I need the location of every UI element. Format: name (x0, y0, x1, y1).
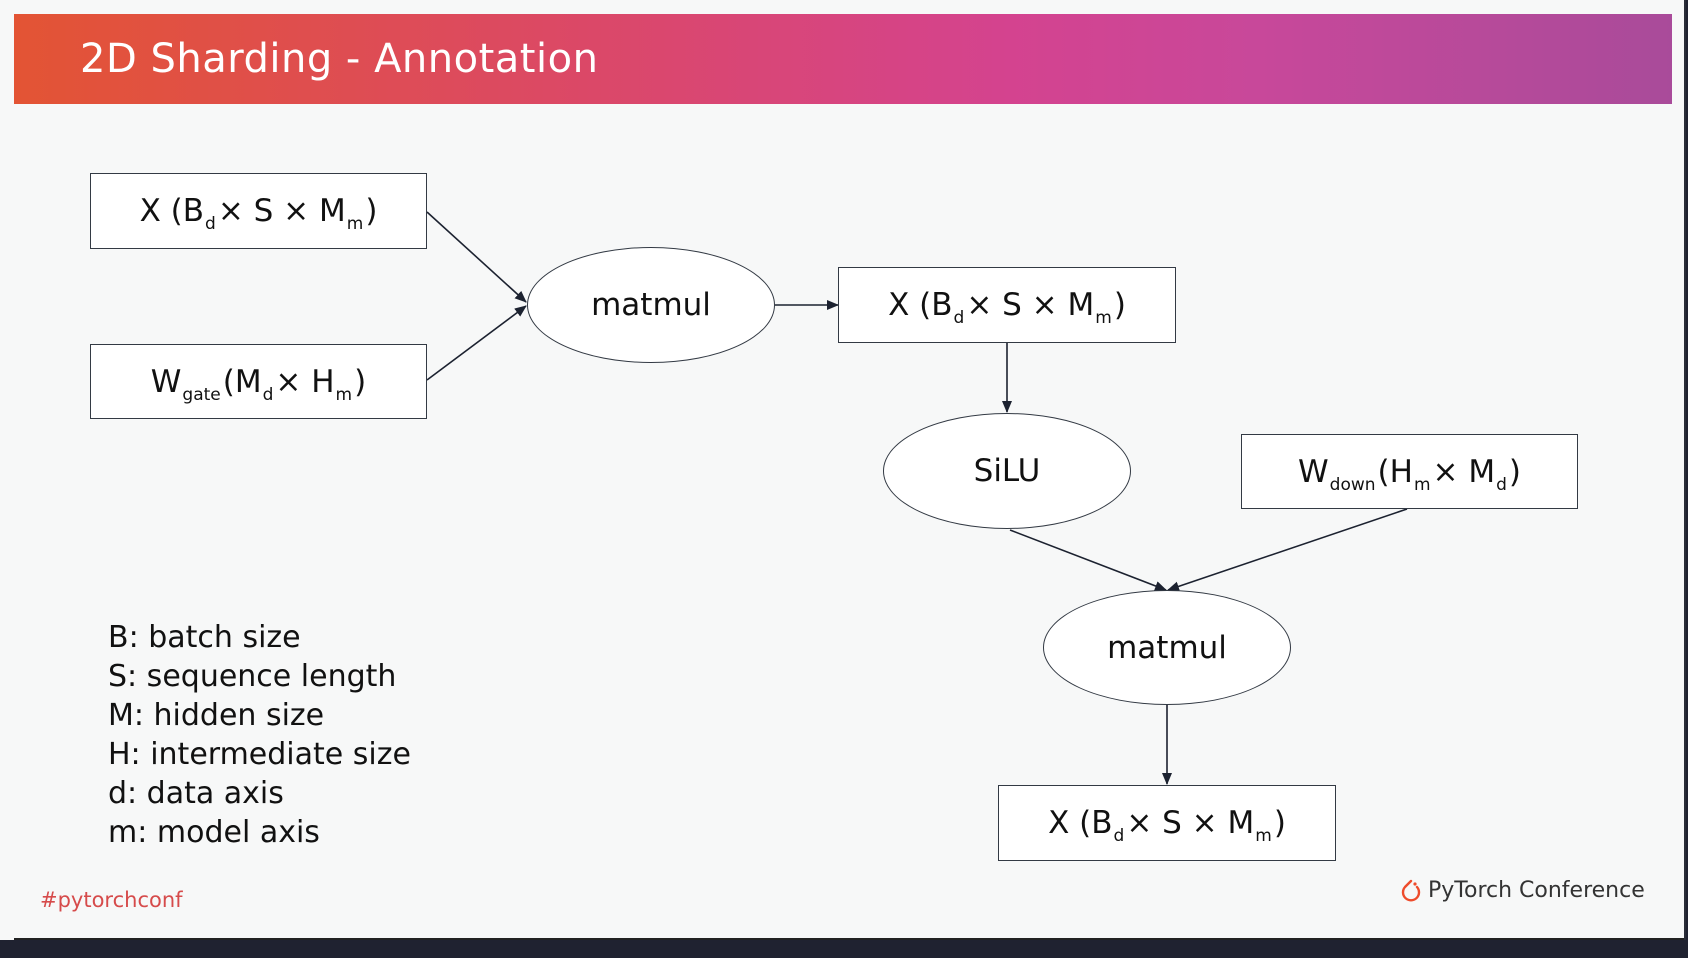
edge-wgate-to-matmul1 (426, 305, 527, 381)
edge-silu-to-matmul2 (1009, 529, 1167, 591)
node-matmul-1: matmul (527, 247, 775, 363)
legend: B: batch size S: sequence length M: hidd… (108, 618, 411, 852)
pytorch-flame-icon (1401, 879, 1421, 901)
node-x-input: X (B d × S × Mm) (90, 173, 427, 249)
brand-text: PyTorch Conference (1428, 878, 1645, 903)
legend-item: H: intermediate size (108, 737, 411, 772)
edge-x-to-matmul1 (426, 211, 527, 303)
bottom-rule (14, 938, 1684, 940)
slide: 2D Sharding - Annotation X (B d × S × Mm)… (0, 0, 1686, 940)
legend-item: M: hidden size (108, 698, 325, 733)
brand: PyTorch Conference (1400, 878, 1645, 903)
node-x-mid: X (B d × S × Mm) (838, 267, 1176, 343)
node-matmul-2: matmul (1043, 590, 1291, 705)
node-w-gate: Wgate (M d × Hm) (90, 344, 427, 419)
legend-item: S: sequence length (108, 659, 397, 694)
node-silu: SiLU (883, 413, 1131, 529)
node-w-down: Wdown (H m × Md) (1241, 434, 1578, 509)
legend-item: m: model axis (108, 815, 320, 850)
hashtag: #pytorchconf (40, 888, 183, 912)
edge-wdown-to-matmul2 (1167, 508, 1408, 592)
legend-item: d: data axis (108, 776, 284, 811)
legend-item: B: batch size (108, 620, 301, 655)
node-x-output: X (B d × S × Mm) (998, 785, 1336, 861)
